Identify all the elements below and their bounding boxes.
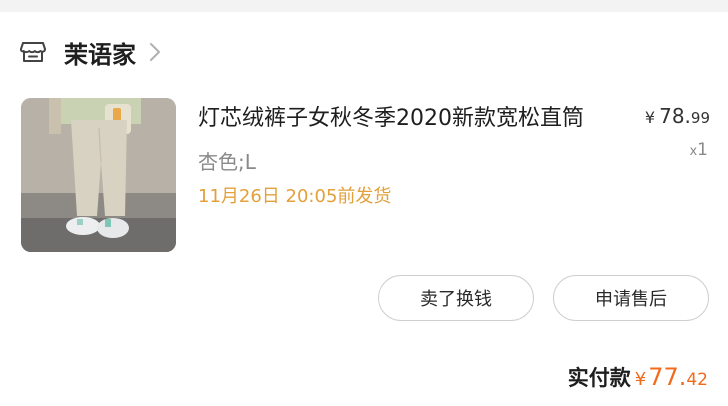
product-thumbnail[interactable] — [21, 98, 176, 252]
after-sale-button[interactable]: 申请售后 — [553, 275, 709, 321]
quantity: x1 — [689, 140, 708, 160]
total-paid: 实付款 ¥77.42 — [568, 362, 708, 392]
total-integer: 77. — [648, 363, 687, 391]
store-icon — [20, 42, 46, 62]
product-title[interactable]: 灯芯绒裤子女秋冬季2020新款宽松直筒 — [198, 100, 618, 132]
total-decimal: 42 — [686, 370, 708, 390]
shop-name[interactable]: 茉语家 — [64, 35, 136, 70]
order-card: 茉语家 灯芯绒裤子女秋冬季2020新款宽松直筒 ¥ 78.99 x1 杏色;L … — [0, 12, 728, 406]
total-label: 实付款 — [567, 366, 631, 390]
price-decimal: 99 — [690, 109, 710, 127]
quantity-value: 1 — [697, 140, 708, 160]
shop-header[interactable]: 茉语家 — [20, 34, 162, 70]
total-currency: ¥ — [634, 369, 647, 390]
price-currency: ¥ — [644, 108, 656, 127]
total-amount: ¥77.42 — [635, 363, 708, 391]
shipping-deadline: 11月26日 20:05前发货 — [198, 186, 392, 207]
sell-for-cash-button[interactable]: 卖了换钱 — [378, 275, 534, 321]
price-integer: 78. — [659, 104, 691, 128]
chevron-right-icon[interactable] — [148, 41, 162, 63]
unit-price: ¥78.99 — [645, 104, 710, 128]
top-separator — [0, 0, 728, 12]
product-variant: 杏色;L — [198, 150, 256, 174]
